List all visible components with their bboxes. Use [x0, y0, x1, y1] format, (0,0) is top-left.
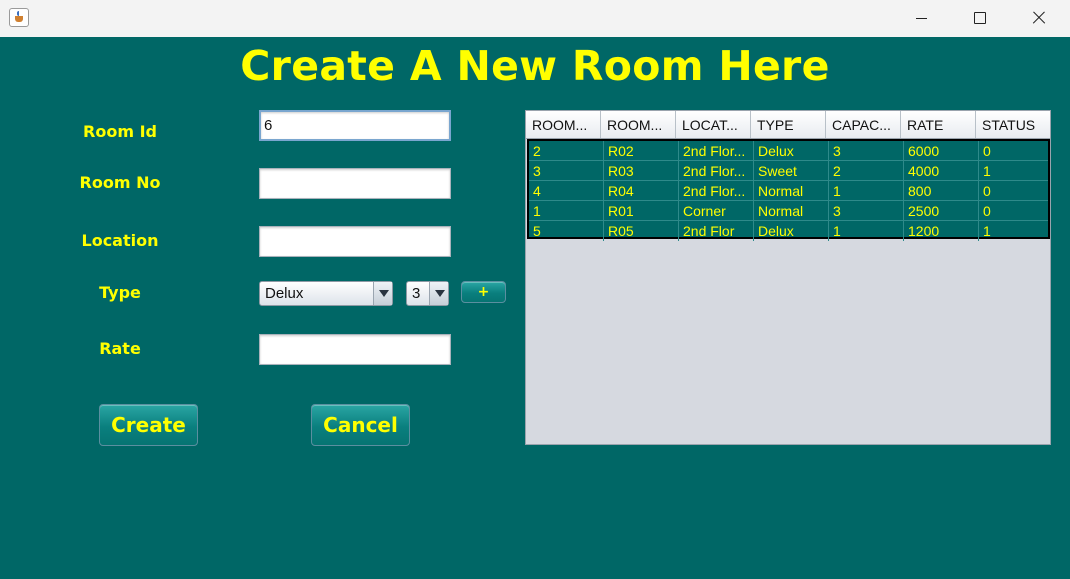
create-button[interactable]: Create: [99, 404, 198, 446]
type-select[interactable]: Delux: [259, 281, 393, 306]
minimize-icon: [916, 18, 927, 19]
table-cell: 0: [983, 183, 991, 199]
table-cell: 4000: [904, 161, 979, 181]
table-cell: Normal: [754, 181, 829, 201]
maximize-button[interactable]: [952, 0, 1010, 37]
column-header[interactable]: STATUS: [976, 111, 1050, 138]
chevron-down-icon: [373, 282, 392, 305]
close-button[interactable]: [1010, 0, 1068, 37]
table-cell: 1: [983, 223, 991, 239]
table-cell: R02: [604, 141, 679, 161]
table-cell: 3: [829, 141, 904, 161]
table-cell: 6000: [904, 141, 979, 161]
page-title: Create A New Room Here: [240, 42, 830, 90]
table-cell: 1: [983, 163, 991, 179]
table-cell: R01: [604, 201, 679, 221]
table-cell: 2nd Flor...: [679, 161, 754, 181]
table-row[interactable]: 3 R03 2nd Flor... Sweet 2 4000 1: [529, 161, 1048, 181]
table-cell: 0: [983, 143, 991, 159]
table-row[interactable]: 2 R02 2nd Flor... Delux 3 6000 0: [529, 141, 1048, 161]
column-header[interactable]: ROOM...: [601, 111, 676, 138]
type-label: Type: [99, 283, 141, 302]
table-cell: 2nd Flor...: [679, 181, 754, 201]
table-cell: R03: [604, 161, 679, 181]
rate-label: Rate: [99, 339, 141, 358]
table-cell: R04: [604, 181, 679, 201]
column-header[interactable]: LOCAT...: [676, 111, 751, 138]
column-header[interactable]: RATE: [901, 111, 976, 138]
rooms-table[interactable]: ROOM... ROOM... LOCAT... TYPE CAPAC... R…: [525, 110, 1051, 445]
column-header[interactable]: TYPE: [751, 111, 826, 138]
table-cell: R05: [604, 221, 679, 241]
java-cup-icon: [9, 8, 29, 27]
table-header: ROOM... ROOM... LOCAT... TYPE CAPAC... R…: [526, 111, 1050, 139]
room-id-field[interactable]: [259, 110, 451, 141]
table-cell: 2nd Flor: [679, 221, 754, 241]
column-header[interactable]: CAPAC...: [826, 111, 901, 138]
table-cell: 3: [829, 201, 904, 221]
table-cell: 1200: [904, 221, 979, 241]
room-id-label: Room Id: [83, 122, 157, 141]
window-titlebar: [0, 0, 1070, 37]
capacity-select[interactable]: 3: [406, 281, 449, 306]
table-cell: 1: [829, 181, 904, 201]
rate-field[interactable]: [259, 334, 451, 365]
cancel-button[interactable]: Cancel: [311, 404, 410, 446]
table-cell: 2: [529, 141, 604, 161]
table-cell: Delux: [754, 221, 829, 241]
type-selected-value: Delux: [265, 285, 304, 302]
table-cell: 1: [829, 221, 904, 241]
table-row[interactable]: 1 R01 Corner Normal 3 2500 0: [529, 201, 1048, 221]
table-row[interactable]: 5 R05 2nd Flor Delux 1 1200 1: [529, 221, 1048, 241]
column-header[interactable]: ROOM...: [526, 111, 601, 138]
table-cell: 2nd Flor...: [679, 141, 754, 161]
add-type-button[interactable]: +: [461, 281, 506, 303]
chevron-down-icon: [429, 282, 448, 305]
table-cell: 4: [529, 181, 604, 201]
table-cell: 5: [529, 221, 604, 241]
table-cell: Normal: [754, 201, 829, 221]
table-cell: Delux: [754, 141, 829, 161]
maximize-icon: [974, 12, 986, 24]
table-cell: 2: [829, 161, 904, 181]
location-field[interactable]: [259, 226, 451, 257]
room-no-label: Room No: [79, 173, 161, 192]
table-cell: 800: [904, 181, 979, 201]
table-cell: Sweet: [754, 161, 829, 181]
table-body: 2 R02 2nd Flor... Delux 3 6000 0 3 R03 2…: [527, 139, 1050, 241]
table-cell: 1: [529, 201, 604, 221]
room-no-field[interactable]: [259, 168, 451, 199]
minimize-button[interactable]: [894, 0, 952, 37]
table-cell: 3: [529, 161, 604, 181]
location-label: Location: [81, 231, 159, 250]
table-cell: 2500: [904, 201, 979, 221]
table-cell: Corner: [679, 201, 754, 221]
table-cell: 0: [983, 203, 991, 219]
table-row[interactable]: 4 R04 2nd Flor... Normal 1 800 0: [529, 181, 1048, 201]
capacity-selected-value: 3: [412, 285, 421, 302]
